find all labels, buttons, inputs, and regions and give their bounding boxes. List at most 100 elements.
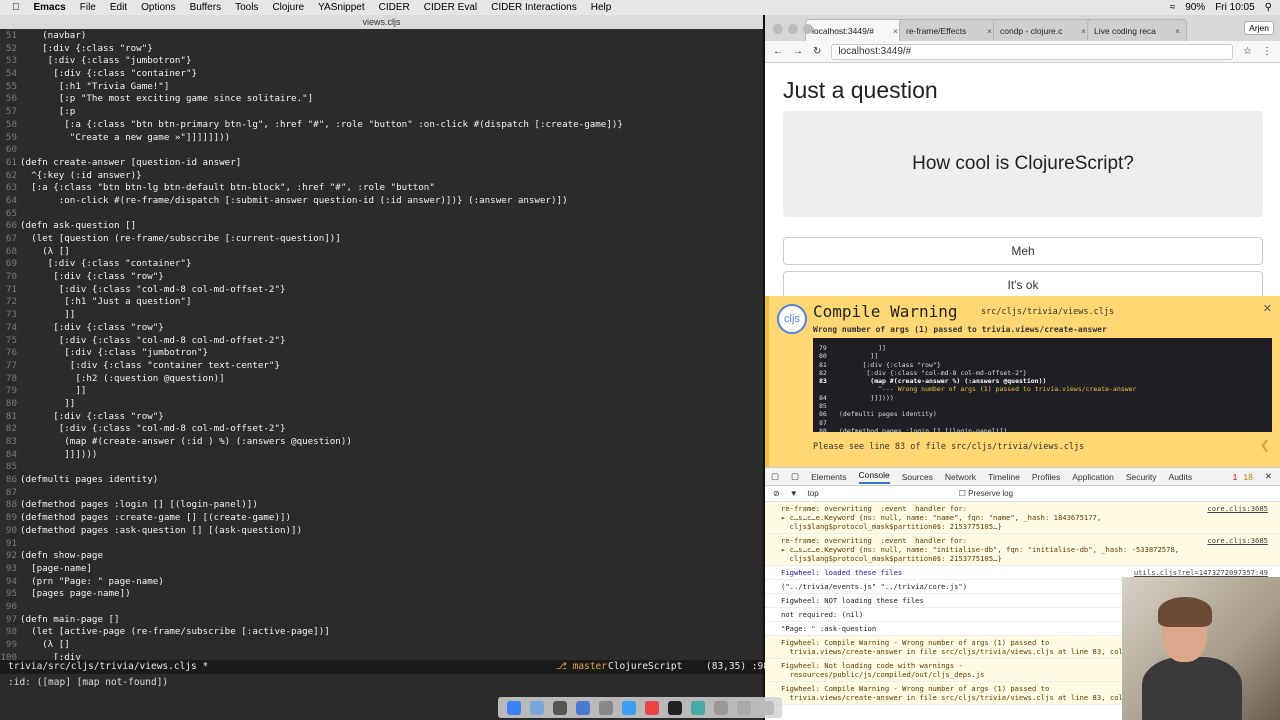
code-editor[interactable]: 51 (navbar) 52 [:div {:class "row"} 53 [:d… <box>0 30 763 670</box>
menu-item[interactable]: Options <box>141 2 175 13</box>
emacs-icon[interactable] <box>575 700 590 715</box>
line-text: [:div {:class "row"} <box>20 321 164 333</box>
code-line: 59 "Create a new game »"]]]]]])) <box>0 132 763 145</box>
menu-bar:  Emacs File Edit Options Buffers Tools Cloju… <box>0 0 1280 15</box>
terminal-icon[interactable] <box>667 700 682 715</box>
browser-tab[interactable]: Live coding reca × <box>1087 19 1187 41</box>
finder-icon[interactable] <box>506 700 521 715</box>
line-number: 85 <box>5 461 17 473</box>
close-tab-icon[interactable]: × <box>987 26 992 36</box>
line-number: 54 <box>5 68 17 80</box>
devtools-tab[interactable]: Security <box>1126 472 1157 482</box>
answer-button[interactable]: Meh <box>783 237 1263 265</box>
line-number: 61 <box>5 156 17 168</box>
snippet-line: 81 [:div {:class "row"} <box>819 361 1266 369</box>
menu-item[interactable]: File <box>80 2 96 13</box>
devtools-tab[interactable]: Audits <box>1169 472 1193 482</box>
page-title: Just a question <box>783 77 938 103</box>
line-text: :on-click #(re-frame/dispatch [:submit-a… <box>20 194 568 206</box>
wifi-icon[interactable]: ≈ <box>1170 2 1176 13</box>
menu-item[interactable]: Clojure <box>272 2 304 13</box>
clock[interactable]: Fri 10:05 <box>1215 2 1254 13</box>
collapse-icon[interactable]: ❮ <box>1260 438 1270 452</box>
preserve-log-checkbox[interactable]: ☐ Preserve log <box>959 489 1013 498</box>
error-warning-counts[interactable]: 1 18 <box>1233 472 1253 482</box>
close-tab-icon[interactable]: × <box>1081 26 1086 36</box>
console-source-link[interactable]: utils.cljs?rel=1473272097357:49 <box>1134 568 1268 577</box>
cljs-logo: cljs <box>777 304 807 334</box>
devtools-tab[interactable]: Profiles <box>1032 472 1060 482</box>
profile-button[interactable]: Arjen <box>1244 21 1274 35</box>
devtools-tab[interactable]: Network <box>945 472 976 482</box>
forward-icon[interactable]: → <box>793 46 803 57</box>
github-icon[interactable] <box>552 700 567 715</box>
minibuffer[interactable]: :id: ([map] [map not-found]) <box>0 676 763 690</box>
close-devtools-icon[interactable]: ✕ <box>1265 471 1280 482</box>
line-number: 97 <box>5 613 17 625</box>
devtools-tab[interactable]: Application <box>1072 472 1114 482</box>
menu-item[interactable]: CIDER Eval <box>424 2 477 13</box>
menu-item[interactable]: YASnippet <box>318 2 365 13</box>
line-number: 73 <box>5 309 17 321</box>
zoom-window-button[interactable] <box>803 24 813 34</box>
close-icon[interactable]: ✕ <box>1263 302 1272 315</box>
console-source-link[interactable]: core.cljs:3685 <box>1207 536 1268 545</box>
console-source-link[interactable]: core.cljs:3685 <box>1207 504 1268 513</box>
line-text: (defmethod pages :login [] [(login-panel… <box>20 499 258 511</box>
line-text: (prn "Page: " page-name) <box>20 575 164 587</box>
device-icon[interactable]: ▢ <box>791 471 799 482</box>
snippet-line-number: 80 <box>819 352 827 361</box>
select-element-icon[interactable]: ▢ <box>771 471 779 482</box>
snippet-line-number: 88 <box>819 426 827 435</box>
line-number: 59 <box>5 131 17 143</box>
menu-item[interactable]: CIDER <box>379 2 410 13</box>
battery-level[interactable]: 90% <box>1185 2 1205 13</box>
browser-tab[interactable]: localhost:3449/# × <box>805 19 905 41</box>
console-filter-bar: ⊘ ▼ top ☐ Preserve log <box>765 486 1280 502</box>
devtools-tab[interactable]: Elements <box>811 472 846 482</box>
launchpad-icon[interactable] <box>529 700 544 715</box>
chrome-icon[interactable] <box>644 700 659 715</box>
folder-icon[interactable] <box>736 700 751 715</box>
line-number: 80 <box>5 397 17 409</box>
close-tab-icon[interactable]: × <box>1175 26 1180 36</box>
menu-item[interactable]: Buffers <box>190 2 222 13</box>
browser-tab[interactable]: condp - clojure.c × <box>993 19 1093 41</box>
preserve-log-label: Preserve log <box>968 489 1014 498</box>
safari-icon[interactable] <box>621 700 636 715</box>
search-icon[interactable]: ⚲ <box>1265 2 1272 13</box>
app-menu[interactable]: Emacs <box>34 2 66 13</box>
context-select[interactable]: top <box>808 489 819 498</box>
menu-item[interactable]: Tools <box>235 2 258 13</box>
menu-item[interactable]: Edit <box>110 2 127 13</box>
menu-item[interactable]: Help <box>591 2 612 13</box>
finder-folder-icon[interactable] <box>690 700 705 715</box>
close-window-button[interactable] <box>773 24 783 34</box>
answer-button[interactable]: It's ok <box>783 271 1263 299</box>
close-tab-icon[interactable]: × <box>893 26 898 36</box>
devtools-tab[interactable]: Console <box>858 470 890 484</box>
minimize-window-button[interactable] <box>788 24 798 34</box>
rocket-icon[interactable] <box>598 700 613 715</box>
code-line: 77 [:div {:class "container text-center"… <box>0 360 763 373</box>
apple-icon[interactable]:  <box>12 2 20 13</box>
devtools-tab[interactable]: Timeline <box>988 472 1020 482</box>
menu-icon[interactable]: ⋮ <box>1262 46 1280 57</box>
trash-icon[interactable] <box>759 700 774 715</box>
clear-icon[interactable]: ⊘ <box>773 489 780 498</box>
app-icon[interactable] <box>713 700 728 715</box>
line-text: (defmethod pages :ask-question [] [(ask-… <box>20 524 303 536</box>
browser-tab[interactable]: re-frame/Effects × <box>899 19 999 41</box>
filter-icon[interactable]: ▼ <box>790 489 798 498</box>
question-text: How cool is ClojureScript? <box>912 153 1134 174</box>
code-line: 92 (defn show-page <box>0 550 763 563</box>
code-line: 58 [:a {:class "btn btn-primary btn-lg",… <box>0 119 763 132</box>
devtools-tab[interactable]: Sources <box>902 472 933 482</box>
url-input[interactable]: localhost:3449/# <box>831 43 1234 60</box>
back-icon[interactable]: ← <box>773 46 783 57</box>
reload-icon[interactable]: ↻ <box>813 46 821 57</box>
code-line: 96 <box>0 601 763 614</box>
snippet-line-text: ]] <box>839 344 886 352</box>
star-icon[interactable]: ☆ <box>1243 46 1252 57</box>
menu-item[interactable]: CIDER Interactions <box>491 2 577 13</box>
